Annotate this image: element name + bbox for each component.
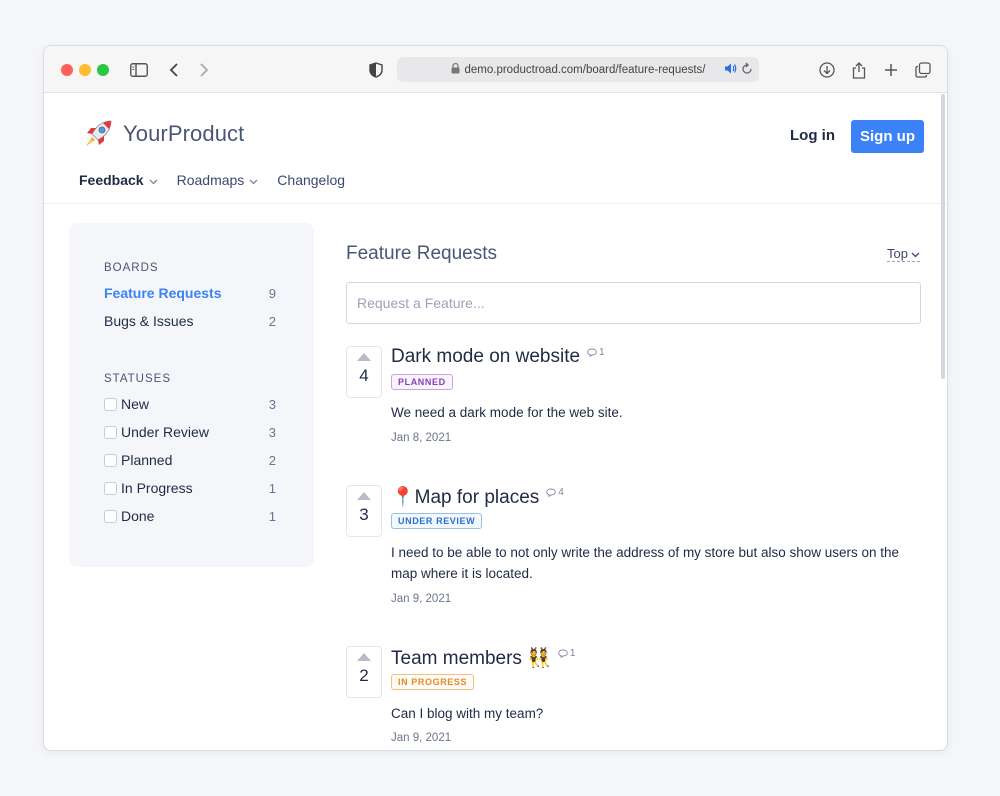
upvote-button[interactable]: 3	[346, 485, 382, 537]
post-description: Can I blog with my team?	[391, 706, 544, 721]
request-feature-input[interactable]	[346, 282, 921, 324]
reload-icon[interactable]	[741, 62, 753, 78]
download-icon[interactable]	[816, 59, 838, 81]
zoom-window-button[interactable]	[97, 64, 109, 76]
sidebar-item-feature-requests[interactable]: Feature Requests 9	[104, 285, 276, 301]
status-filter-new[interactable]: New 3	[104, 396, 276, 412]
new-tab-icon[interactable]	[880, 59, 902, 81]
status-filter-planned[interactable]: Planned 2	[104, 452, 276, 468]
comment-icon	[587, 348, 597, 357]
post-title[interactable]: 📍Map for places 4	[391, 485, 564, 509]
vote-count: 3	[359, 505, 369, 524]
post-title-text: 📍Map for places	[391, 487, 540, 508]
comment-count: 1	[558, 647, 576, 659]
vote-count: 4	[359, 366, 369, 385]
brand-name[interactable]: YourProduct	[123, 121, 244, 147]
comment-count-text: 4	[558, 486, 564, 498]
speaker-icon[interactable]	[724, 62, 737, 78]
post-title[interactable]: Team members 👯 1	[391, 646, 575, 670]
status-filter-under-review[interactable]: Under Review 3	[104, 424, 276, 440]
comment-count-text: 1	[599, 346, 605, 358]
nav-roadmaps[interactable]: Roadmaps	[177, 172, 259, 188]
post-description: We need a dark mode for the web site.	[391, 405, 623, 420]
page-scrollbar[interactable]	[941, 94, 945, 379]
status-label: Done	[121, 508, 155, 524]
comment-icon	[558, 649, 568, 658]
comment-count: 4	[546, 487, 564, 498]
status-count: 1	[268, 508, 276, 524]
status-label: In Progress	[121, 480, 193, 496]
browser-window: demo.productroad.com/board/feature-reque…	[43, 45, 948, 751]
nav-feedback-label: Feedback	[79, 172, 144, 188]
upvote-button[interactable]: 4	[346, 346, 382, 398]
status-filter-done[interactable]: Done 1	[104, 508, 276, 524]
sort-label: Top	[887, 246, 908, 261]
minimize-window-button[interactable]	[79, 64, 91, 76]
upvote-arrow-icon	[357, 353, 371, 361]
status-badge: IN PROGRESS	[391, 674, 475, 690]
browser-toolbar: demo.productroad.com/board/feature-reque…	[44, 46, 947, 93]
status-checkbox[interactable]	[104, 509, 117, 523]
nav-changelog[interactable]: Changelog	[277, 172, 345, 188]
status-badge: UNDER REVIEW	[391, 513, 483, 529]
post-date: Jan 9, 2021	[391, 593, 452, 605]
url-text: demo.productroad.com/board/feature-reque…	[464, 63, 706, 76]
sort-dropdown[interactable]: Top	[887, 246, 920, 262]
tabs-overview-icon[interactable]	[912, 59, 934, 81]
post-title-text: Team members 👯	[391, 648, 551, 669]
forward-icon[interactable]	[193, 59, 215, 81]
chevron-down-icon	[249, 172, 258, 188]
comment-icon	[546, 488, 557, 497]
status-label: Planned	[121, 452, 173, 468]
share-icon[interactable]	[848, 59, 870, 81]
nav-roadmaps-label: Roadmaps	[176, 172, 245, 188]
status-label: New	[121, 396, 150, 412]
upvote-arrow-icon	[357, 653, 371, 661]
status-checkbox[interactable]	[104, 453, 117, 467]
main-nav: Feedback Roadmaps Changelog	[79, 172, 364, 188]
close-window-button[interactable]	[61, 64, 73, 76]
comment-count-text: 1	[569, 647, 576, 659]
comment-count: 1	[587, 347, 605, 358]
status-checkbox[interactable]	[104, 481, 117, 495]
privacy-shield-icon[interactable]	[365, 59, 387, 81]
back-icon[interactable]	[163, 59, 185, 81]
address-bar[interactable]: demo.productroad.com/board/feature-reque…	[397, 57, 759, 82]
statuses-heading: STATUSES	[104, 373, 171, 385]
post-description: I need to be able to not only write the …	[391, 545, 900, 581]
post-title-text: Dark mode on website	[391, 346, 581, 367]
chevron-down-icon	[149, 172, 158, 188]
sidebar-toggle-icon[interactable]	[128, 59, 150, 81]
sidebar-item-label: Bugs & Issues	[104, 313, 194, 329]
page-title: Feature Requests	[346, 243, 498, 264]
status-label: Under Review	[121, 424, 209, 440]
sidebar-item-label: Feature Requests	[104, 285, 222, 301]
post-title[interactable]: Dark mode on website 1	[391, 346, 605, 368]
status-count: 3	[268, 396, 276, 412]
upvote-button[interactable]: 2	[346, 646, 382, 698]
nav-feedback[interactable]: Feedback	[79, 172, 158, 188]
status-count: 1	[268, 480, 276, 496]
chevron-down-icon	[911, 246, 920, 261]
boards-heading: BOARDS	[104, 262, 159, 274]
signup-button[interactable]: Sign up	[851, 120, 924, 153]
post-date: Jan 8, 2021	[391, 432, 452, 444]
vote-count: 2	[359, 666, 369, 685]
status-count: 2	[268, 452, 276, 468]
login-link[interactable]: Log in	[790, 127, 835, 144]
status-checkbox[interactable]	[104, 425, 117, 439]
rocket-icon[interactable]	[81, 117, 115, 151]
sidebar-item-count: 2	[268, 313, 276, 329]
upvote-arrow-icon	[357, 492, 371, 500]
lock-icon	[451, 62, 460, 77]
status-count: 3	[268, 424, 276, 440]
sidebar-item-count: 9	[268, 285, 276, 301]
sidebar-item-bugs-issues[interactable]: Bugs & Issues 2	[104, 313, 276, 329]
post-date: Jan 9, 2021	[391, 732, 452, 744]
nav-changelog-label: Changelog	[277, 172, 346, 188]
status-badge: PLANNED	[391, 374, 453, 390]
status-checkbox[interactable]	[104, 397, 117, 411]
status-filter-in-progress[interactable]: In Progress 1	[104, 480, 276, 496]
sidebar: BOARDS Feature Requests 9 Bugs & Issues …	[69, 223, 314, 567]
